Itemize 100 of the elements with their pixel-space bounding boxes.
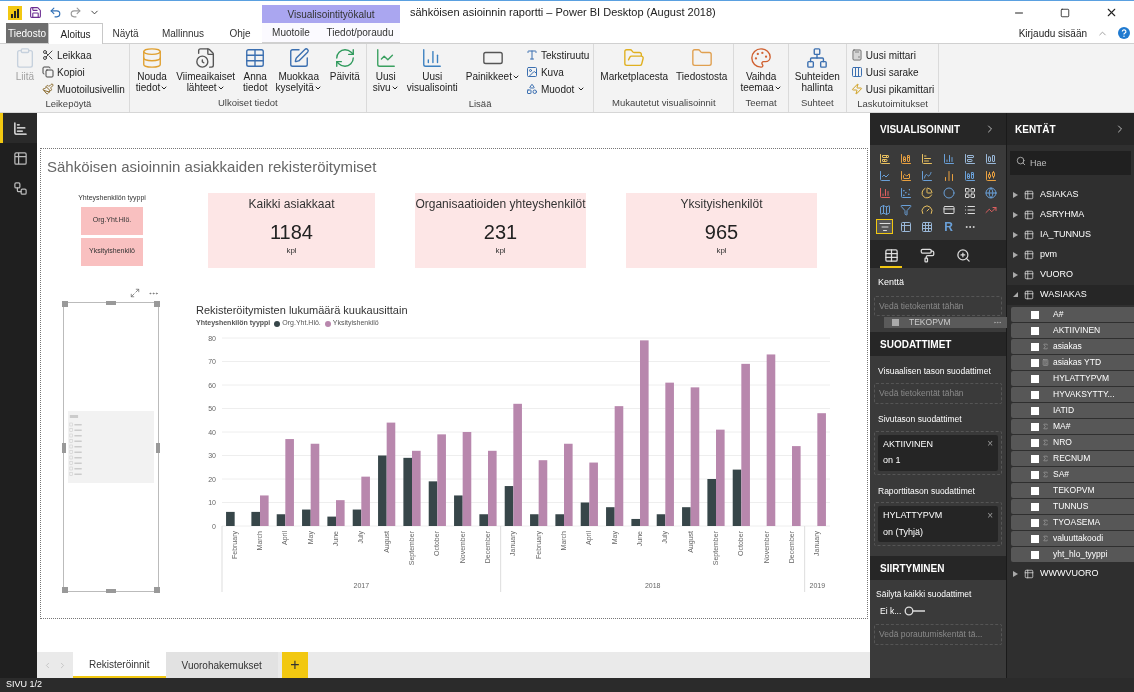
r-visual-button[interactable]: R <box>940 219 957 234</box>
ribbon-tab[interactable]: Muotoile <box>262 23 320 43</box>
field-row[interactable]: TEKOPVM <box>1011 483 1134 498</box>
field-row[interactable]: asiakas YTD <box>1011 355 1134 370</box>
save-icon[interactable] <box>29 6 42 19</box>
resize-handle[interactable] <box>62 586 68 593</box>
ribbon-button[interactable]: Tekstiruutu <box>525 47 590 63</box>
field-row[interactable]: TYOASEMA <box>1011 515 1134 530</box>
table-row[interactable]: pvm <box>1007 245 1134 265</box>
table-row[interactable]: WASIAKAS <box>1007 285 1134 305</box>
checkbox[interactable] <box>1031 550 1039 559</box>
ribbon-tab[interactable]: Tiedosto <box>6 23 48 43</box>
visual-type-button[interactable] <box>918 185 936 200</box>
resize-handle[interactable] <box>154 586 160 593</box>
field-row[interactable]: NRO <box>1011 435 1134 450</box>
ribbon-button[interactable]: Painikkeet <box>463 47 522 97</box>
ribbon-button[interactable]: Uusi mittari <box>850 47 935 63</box>
field-row[interactable]: asiakas <box>1011 339 1134 354</box>
ribbon-tab[interactable]: Näytä <box>103 23 148 43</box>
field-row[interactable]: yht_hlo_tyyppi <box>1011 547 1134 562</box>
page-tab[interactable]: Vuorohakemukset <box>165 652 278 678</box>
visual-type-button[interactable] <box>982 185 1000 200</box>
view-button[interactable] <box>0 113 37 143</box>
redo-icon[interactable] <box>69 6 82 19</box>
visual-type-button[interactable] <box>897 202 915 217</box>
field-row[interactable]: SA# <box>1011 467 1134 482</box>
checkbox[interactable] <box>1031 310 1039 319</box>
ribbon-button[interactable]: Muodot <box>525 81 590 97</box>
checkbox[interactable] <box>1031 454 1039 463</box>
table-row[interactable]: IA_TUNNUS <box>1007 225 1134 245</box>
expand-arrow-icon[interactable] <box>1013 272 1018 278</box>
toggle-switch[interactable] <box>904 606 927 617</box>
remove-filter-button[interactable]: × <box>987 437 993 451</box>
remove-filter-button[interactable]: × <box>987 509 993 523</box>
add-page-button[interactable]: + <box>281 652 308 678</box>
checkbox[interactable] <box>1031 358 1039 367</box>
table-row[interactable]: ASRYHMA <box>1007 205 1134 225</box>
resize-handle[interactable] <box>62 300 68 307</box>
expand-arrow-icon[interactable] <box>1013 192 1018 198</box>
checkbox[interactable] <box>1031 534 1039 543</box>
expand-arrow-icon[interactable] <box>1013 212 1018 218</box>
field-row[interactable]: HYLATTYPVM <box>1011 371 1134 386</box>
resize-handle[interactable] <box>106 300 116 305</box>
dragged-field[interactable]: TEKOPVM <box>884 317 1010 329</box>
checkbox[interactable] <box>1031 342 1039 351</box>
visual-type-button[interactable] <box>918 202 936 217</box>
page-tab[interactable]: Rekisteröinnit <box>73 652 166 678</box>
field-row[interactable]: TUNNUS <box>1011 499 1134 514</box>
ribbon-tab[interactable]: Aloitus <box>48 23 103 44</box>
ribbon-button[interactable]: Leikkaa <box>42 47 125 63</box>
ribbon-button[interactable]: Kuva <box>525 64 590 80</box>
resize-handle[interactable] <box>62 442 66 453</box>
expand-arrow-icon[interactable] <box>1013 292 1018 298</box>
field-row[interactable]: AKTIIVINEN <box>1011 323 1134 338</box>
field-row[interactable]: A# <box>1011 307 1134 322</box>
ribbon-button[interactable]: Muotoilusivellin <box>42 81 125 97</box>
ribbon-button[interactable]: Uusi visualisointi <box>404 47 460 97</box>
checkbox[interactable] <box>1031 438 1039 447</box>
ribbon-button[interactable]: Uusi pikamittari <box>850 81 935 97</box>
checkbox[interactable] <box>1031 390 1039 399</box>
undo-icon[interactable] <box>49 6 62 19</box>
field-row[interactable]: HYVAKSYTTY... <box>1011 387 1134 402</box>
ribbon-tab[interactable]: Ohje <box>218 23 262 43</box>
sign-in-link[interactable]: Kirjaudu sisään <box>1018 25 1087 41</box>
expand-arrow-icon[interactable] <box>1013 252 1018 258</box>
ribbon-button[interactable]: Nouda tiedot <box>133 47 171 96</box>
expand-arrow-icon[interactable] <box>1013 232 1018 238</box>
visual-type-button[interactable] <box>876 219 893 234</box>
field-row[interactable]: IATID <box>1011 403 1134 418</box>
resize-handle[interactable] <box>106 588 116 593</box>
checkbox[interactable] <box>1031 502 1039 511</box>
checkbox[interactable] <box>1031 422 1039 431</box>
filter-card[interactable]: HYLATTYPVM × on (Tyhjä) <box>878 506 998 543</box>
resize-handle[interactable] <box>154 300 160 307</box>
expand-arrow-icon[interactable] <box>1013 571 1018 577</box>
field-row[interactable]: RECNUM <box>1011 451 1134 466</box>
ribbon-button[interactable]: Suhteiden hallinta <box>792 47 842 96</box>
ribbon-tab[interactable]: Mallinnus <box>148 23 218 43</box>
field-row[interactable]: valuuttakoodi <box>1011 531 1134 546</box>
filter-card[interactable]: AKTIIVINEN × on 1 <box>878 434 998 471</box>
table-row[interactable]: WWWVUORO <box>1007 564 1134 584</box>
field-row[interactable]: MA# <box>1011 419 1134 434</box>
ribbon-button[interactable]: Muokkaa kyselyitä <box>273 47 324 96</box>
checkbox[interactable] <box>1031 518 1039 527</box>
table-row[interactable]: VUORO <box>1007 265 1134 285</box>
checkbox[interactable] <box>1031 374 1039 383</box>
help-icon[interactable] <box>1118 27 1130 39</box>
checkbox[interactable] <box>1031 406 1039 415</box>
ribbon-button[interactable]: Marketplacesta <box>598 47 671 96</box>
resize-handle[interactable] <box>156 442 160 453</box>
focus-mode-icon[interactable] <box>130 287 140 298</box>
ribbon-button[interactable]: Päivitä <box>327 47 362 96</box>
ribbon-button[interactable]: Uusi sivu <box>370 47 401 97</box>
checkbox[interactable] <box>1031 326 1039 335</box>
ribbon-button[interactable]: Anna tiedot <box>241 47 270 96</box>
ribbon-tab[interactable]: Tiedot/poraudu <box>320 23 400 43</box>
search-field[interactable]: Hae <box>1010 151 1131 175</box>
ribbon-button[interactable]: Vaihda teemaa <box>738 47 784 96</box>
checkbox[interactable] <box>1031 486 1039 495</box>
ribbon-button[interactable]: Kopioi <box>42 64 125 80</box>
